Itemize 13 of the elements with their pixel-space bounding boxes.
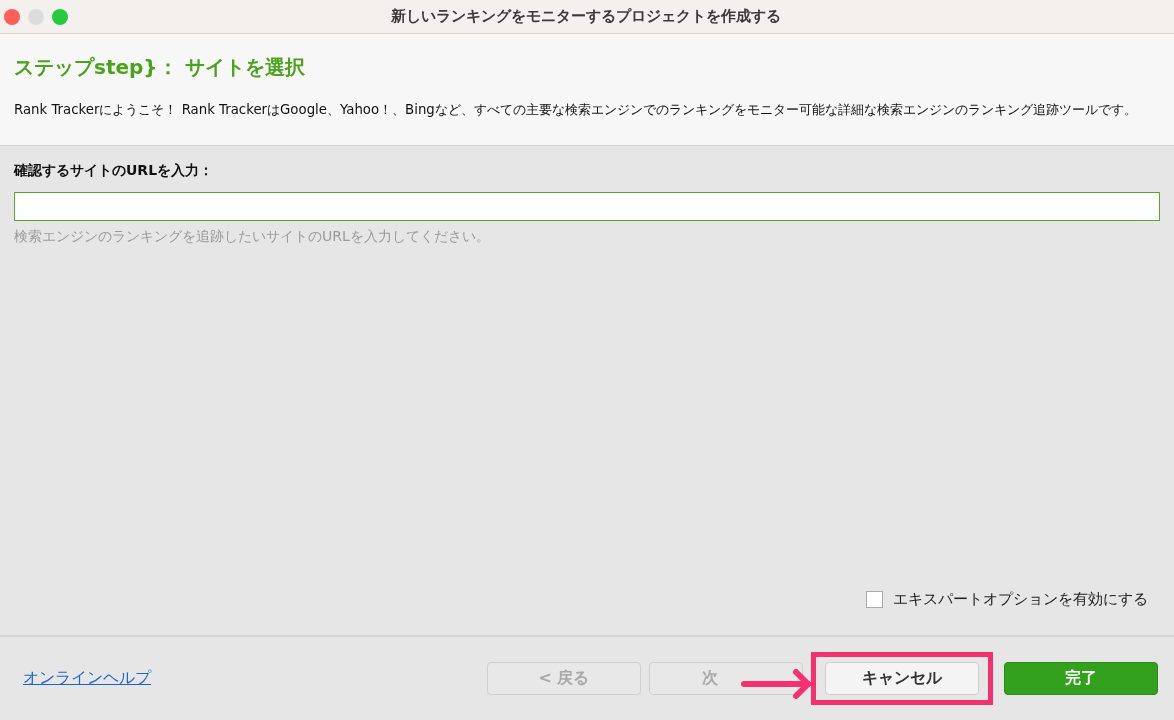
url-input-field[interactable] bbox=[14, 192, 1160, 221]
close-icon[interactable] bbox=[4, 8, 20, 25]
help-link[interactable]: オンラインヘルプ bbox=[23, 668, 151, 689]
maximize-icon[interactable] bbox=[52, 8, 68, 25]
url-hint: 検索エンジンのランキングを追跡したいサイトのURLを入力してください。 bbox=[14, 228, 491, 246]
url-label: 確認するサイトのURLを入力： bbox=[14, 162, 215, 180]
dialog-button[interactable]: キャンセル bbox=[825, 662, 979, 695]
checkbox-label: エキスパートオプションを有効にする bbox=[893, 590, 1148, 609]
checkbox[interactable] bbox=[866, 591, 883, 608]
window-title: 新しいランキングをモニターするプロジェクトを作成する bbox=[390, 7, 782, 26]
step-title: ステップstep}： サイトを選択 bbox=[14, 54, 306, 81]
description-text: Rank Trackerにようこそ！ Rank TrackerはGoogle、Yahoo！、Bingなど、すべての主要な検索エンジンでのランキングをモニター可能な詳細な検索エンジンのランキング追跡ツールです。 bbox=[14, 101, 1138, 119]
dialog-button[interactable]: 完了 bbox=[1004, 662, 1158, 695]
